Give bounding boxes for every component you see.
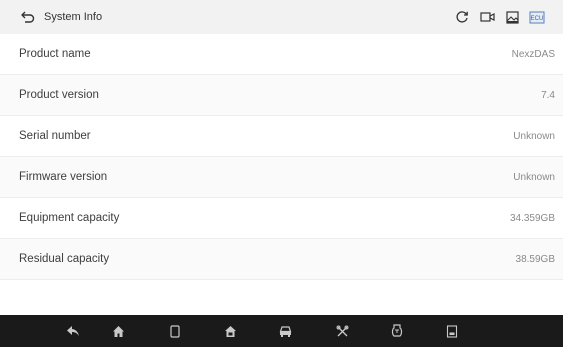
header-bar: System Info ECU [0,0,563,34]
info-label: Residual capacity [19,253,110,265]
gallery-icon [505,10,519,24]
page-title: System Info [44,11,103,23]
info-label: Product name [19,48,91,60]
refresh-icon [456,11,468,23]
info-row-equipment-capacity: Equipment capacity 34.359GB [0,198,563,239]
back-icon [67,326,79,336]
gallery-button[interactable] [504,9,520,25]
video-record-button[interactable] [479,9,495,25]
screenshot-icon [446,324,458,338]
info-row-product-name: Product name NexzDAS [0,34,563,75]
nav-vci-home-button[interactable] [222,323,238,339]
refresh-button[interactable] [454,9,470,25]
nav-screenshot-button[interactable] [444,323,460,339]
info-value: 34.359GB [509,212,555,224]
bottom-navigation-bar [0,315,563,347]
info-row-product-version: Product version 7.4 [0,75,563,116]
recent-apps-icon [170,324,180,338]
info-row-serial-number: Serial number Unknown [0,116,563,157]
info-label: Serial number [19,130,91,142]
nav-recent-apps-button[interactable] [167,323,183,339]
diagnose-icon [391,324,403,337]
info-value: Unknown [513,130,555,142]
home-icon [112,325,124,337]
ecu-icon: ECU [529,11,545,23]
nav-home-button[interactable] [110,323,126,339]
nav-diagnose-button[interactable] [389,323,405,339]
info-value: Unknown [513,171,555,183]
info-row-residual-capacity: Residual capacity 38.59GB [0,239,563,280]
system-info-screen: System Info ECU Product name NexzDAS Pro… [0,0,563,347]
video-record-icon [479,12,495,22]
ecu-button[interactable]: ECU [529,9,545,25]
back-button[interactable] [14,0,42,34]
system-info-list: Product name NexzDAS Product version 7.4… [0,34,563,280]
info-value: NexzDAS [511,48,555,60]
vehicle-icon [279,325,291,337]
nav-tools-button[interactable] [334,323,350,339]
info-value: 38.59GB [515,253,555,265]
nav-vehicle-button[interactable] [277,323,293,339]
back-arrow-icon [21,11,35,23]
info-value: 7.4 [541,89,555,101]
info-label: Firmware version [19,171,108,183]
vci-home-icon [224,325,236,337]
svg-text:ECU: ECU [531,16,544,22]
tools-icon [336,325,348,336]
info-row-firmware-version: Firmware version Unknown [0,157,563,198]
header-actions: ECU [454,0,545,34]
info-label: Product version [19,89,99,101]
nav-back-button[interactable] [65,323,81,339]
info-label: Equipment capacity [19,212,120,224]
